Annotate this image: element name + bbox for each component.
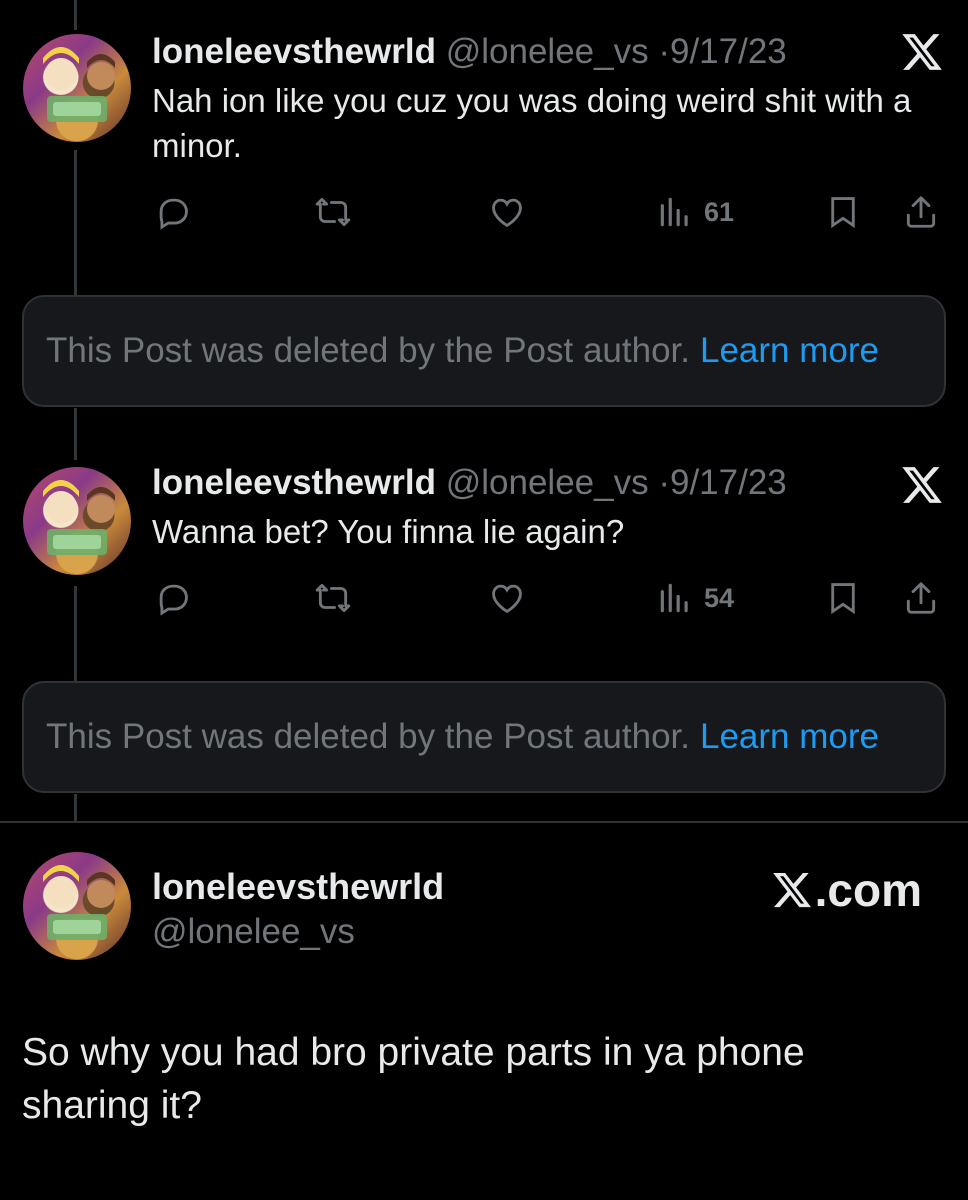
deleted-notice-text: This Post was deleted by the Post author… (46, 331, 690, 370)
post-actions: 54 (152, 576, 944, 620)
share-button[interactable] (902, 576, 940, 620)
bookmark-icon (831, 583, 855, 615)
x-logo-icon (900, 463, 944, 507)
post-date[interactable]: 9/17/23 (670, 463, 787, 502)
repost-icon (315, 197, 351, 227)
like-icon (492, 198, 522, 228)
bookmark-icon (831, 197, 855, 229)
display-name[interactable]: loneleevsthewrld (152, 866, 444, 908)
brand-suffix: .com (814, 864, 922, 916)
reply-icon (159, 198, 188, 230)
thread-line (74, 408, 77, 460)
handle[interactable]: @lonelee_vs (446, 463, 649, 502)
post[interactable]: loneleevsthewrld @lonelee_vs ·9/17/23 Wa… (152, 463, 946, 554)
avatar[interactable] (23, 34, 131, 142)
display-name[interactable]: loneleevsthewrld (152, 32, 436, 71)
views-button[interactable]: 61 (656, 190, 734, 234)
bookmark-button[interactable] (824, 190, 862, 234)
avatar[interactable] (23, 852, 131, 960)
like-button[interactable] (488, 190, 526, 234)
handle[interactable]: @lonelee_vs (446, 32, 649, 71)
views-icon (660, 197, 688, 227)
learn-more-link[interactable]: Learn more (700, 717, 879, 757)
share-icon (906, 196, 936, 228)
repost-icon (315, 583, 351, 613)
post[interactable]: loneleevsthewrld @lonelee_vs ·9/17/23 Na… (152, 32, 946, 168)
repost-button[interactable] (314, 190, 352, 234)
bookmark-button[interactable] (824, 576, 862, 620)
deleted-post-notice: This Post was deleted by the Post author… (22, 681, 946, 793)
post-header: loneleevsthewrld @lonelee_vs ·9/17/23 (152, 32, 946, 72)
share-button[interactable] (902, 190, 940, 234)
post-date[interactable]: 9/17/23 (670, 32, 787, 71)
post-text: Wanna bet? You finna lie again? (152, 513, 625, 550)
display-name[interactable]: loneleevsthewrld (152, 463, 436, 502)
thread-line (74, 0, 77, 30)
separator: · (658, 32, 670, 71)
separator: · (658, 463, 670, 502)
deleted-post-notice: This Post was deleted by the Post author… (22, 295, 946, 407)
x-com-brand: .com (771, 863, 922, 917)
learn-more-link[interactable]: Learn more (700, 331, 879, 371)
x-logo-icon (900, 30, 944, 74)
handle[interactable]: @lonelee_vs (152, 912, 355, 952)
like-icon (492, 584, 522, 614)
avatar[interactable] (23, 467, 131, 575)
views-button[interactable]: 54 (656, 576, 734, 620)
share-icon (906, 582, 936, 614)
thread-line (74, 794, 77, 821)
views-count: 61 (704, 196, 735, 227)
views-count: 54 (704, 582, 735, 613)
reply-button[interactable] (154, 190, 192, 234)
x-logo-icon (772, 872, 811, 908)
divider (0, 821, 968, 823)
post-header: loneleevsthewrld @lonelee_vs ·9/17/23 (152, 463, 946, 503)
post-text: So why you had bro private parts in ya p… (22, 1031, 805, 1127)
thread-line (74, 150, 77, 295)
post-text: Nah ion like you cuz you was doing weird… (152, 82, 912, 164)
like-button[interactable] (488, 576, 526, 620)
post-actions: 61 (152, 190, 944, 234)
deleted-notice-text: This Post was deleted by the Post author… (46, 717, 690, 756)
reply-icon (159, 584, 188, 616)
repost-button[interactable] (314, 576, 352, 620)
reply-button[interactable] (154, 576, 192, 620)
views-icon (660, 583, 688, 613)
thread-line (74, 586, 77, 682)
